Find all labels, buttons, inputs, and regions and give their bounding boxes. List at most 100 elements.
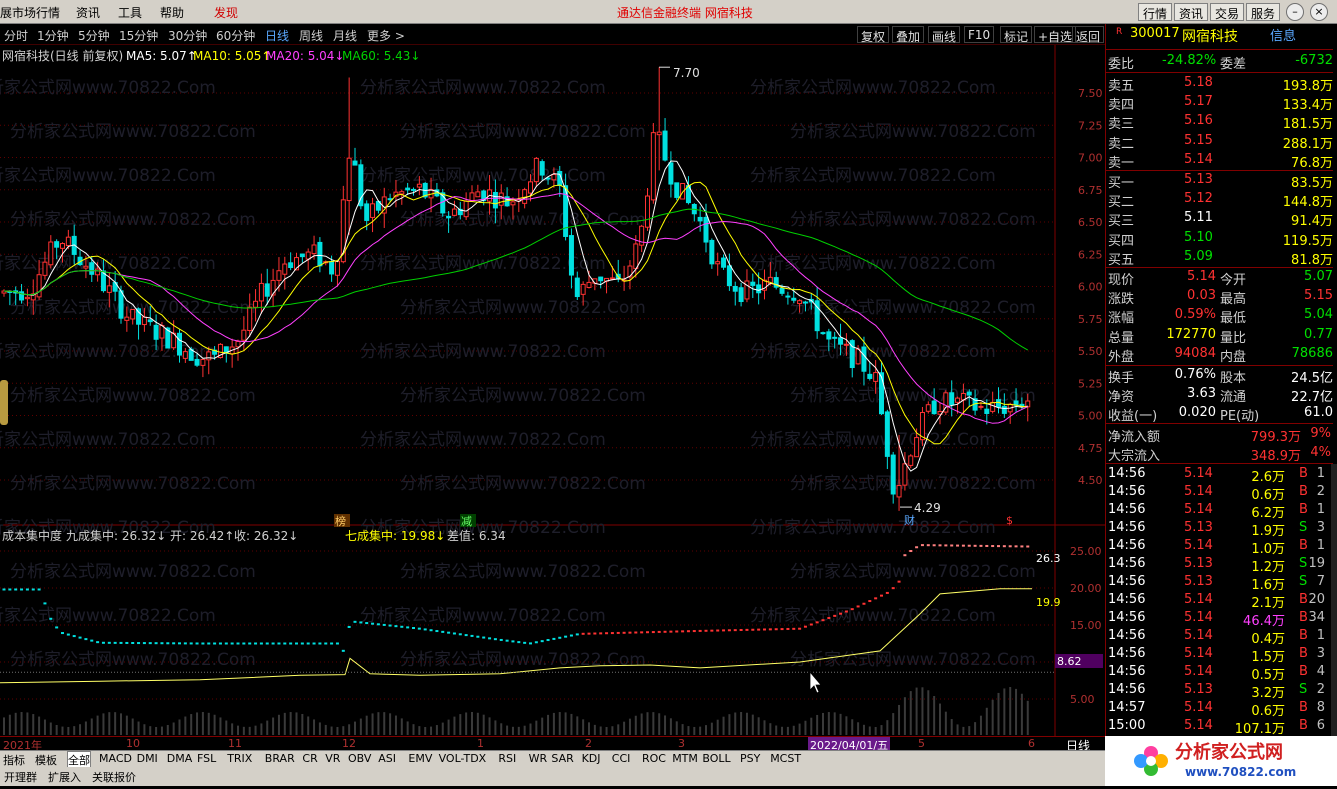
news-button[interactable]: 资讯: [1174, 3, 1209, 21]
back-button[interactable]: 返回: [1072, 26, 1105, 44]
nine-dot: [716, 629, 720, 632]
collapse-handle[interactable]: [0, 380, 8, 425]
trade-button[interactable]: 交易: [1210, 3, 1245, 21]
flow-pct: 9%: [1310, 426, 1331, 441]
flow-value: 348.9万: [1250, 449, 1301, 465]
indicator-tab-dma[interactable]: DMA: [167, 752, 193, 765]
menu-discover[interactable]: 发现: [214, 4, 238, 21]
adjust-button[interactable]: 复权: [857, 26, 890, 44]
indicator-tab-psy[interactable]: PSY: [740, 752, 760, 765]
indicator-tab-vol-tdx[interactable]: VOL-TDX: [439, 752, 487, 765]
indicator-tab-brar[interactable]: BRAR: [265, 752, 295, 765]
period-timeshare[interactable]: 分时: [4, 27, 28, 44]
add-favorite-button[interactable]: +自选: [1034, 26, 1077, 44]
kline-chart[interactable]: 分析家公式网www.70822.Com 分析家公式网www.70822.Com 分析…: [0, 45, 1105, 736]
candle-body: [54, 241, 60, 248]
period-weekly[interactable]: 周线: [299, 27, 323, 44]
indicator-tab-asi[interactable]: ASI: [378, 752, 396, 765]
watermark-text: 分析家公式网www.70822.Com: [400, 474, 646, 494]
nine-dot: [119, 641, 123, 644]
draw-button[interactable]: 画线: [928, 26, 961, 44]
candle-body: [896, 485, 902, 498]
tick-time: 15:00: [1108, 718, 1146, 733]
nine-dot: [482, 636, 486, 639]
candle-body: [914, 437, 920, 458]
tick-time: 14:56: [1108, 538, 1146, 553]
tick-row: 14:56 5.13 1.2万 S 19: [1106, 555, 1333, 575]
indicator-tab-rsi[interactable]: RSI: [498, 752, 516, 765]
indicator-tab-mcst[interactable]: MCST: [770, 752, 801, 765]
tick-side: B: [1299, 646, 1308, 661]
period-15min[interactable]: 15分钟: [119, 27, 158, 44]
nine-dot: [763, 628, 766, 631]
indicator-tab-obv[interactable]: OBV: [348, 752, 371, 765]
nine-dot: [663, 630, 667, 633]
candle-body: [855, 348, 861, 365]
menu-help[interactable]: 帮助: [160, 4, 184, 21]
ma5-label: MA5: 5.07↑: [126, 49, 197, 63]
ask-label: 卖三: [1108, 117, 1135, 133]
menu-tools[interactable]: 工具: [118, 4, 142, 21]
nine-dot: [14, 588, 18, 591]
sub-tab[interactable]: 关联报价: [92, 769, 136, 785]
candle-body: [352, 160, 358, 166]
overlay-button[interactable]: 叠加: [892, 26, 925, 44]
indicator-tab-mtm[interactable]: MTM: [672, 752, 698, 765]
indicator-tab-dmi[interactable]: DMI: [137, 752, 158, 765]
indicator-tab-vr[interactable]: VR: [325, 752, 340, 765]
service-button[interactable]: 服务: [1246, 3, 1281, 21]
stat-value: 0.76%: [1174, 367, 1216, 382]
tick-time: 14:56: [1108, 664, 1146, 679]
nine-dot: [880, 594, 883, 597]
info-link[interactable]: 信息: [1270, 25, 1296, 44]
period-more[interactable]: 更多 >: [367, 27, 405, 44]
watermark-text: 分析家公式网www.70822.Com: [0, 166, 216, 186]
sub-tab[interactable]: 扩展入: [48, 769, 81, 785]
tick-side: S: [1299, 556, 1308, 571]
bid-volume: 81.8万: [1291, 252, 1333, 268]
tick-scrollbar[interactable]: [1331, 464, 1337, 736]
candle-body: [147, 319, 153, 323]
indicator-tab-指标[interactable]: 指标: [3, 752, 25, 768]
indicator-tab-kdj[interactable]: KDJ: [582, 752, 601, 765]
low-price-label: 4.29: [914, 501, 941, 515]
tick-count: 4: [1316, 664, 1325, 679]
period-daily[interactable]: 日线: [265, 27, 289, 44]
indicator-tab-fsl[interactable]: FSL: [197, 752, 216, 765]
indicator-tab-cci[interactable]: CCI: [612, 752, 631, 765]
ask-label: 卖二: [1108, 136, 1135, 152]
indicator-tab-emv[interactable]: EMV: [408, 752, 432, 765]
close-icon[interactable]: ×: [1310, 3, 1328, 21]
indicator-tab-sar[interactable]: SAR: [551, 752, 573, 765]
indicator-tab-macd[interactable]: MACD: [99, 752, 132, 765]
minimize-icon[interactable]: –: [1286, 3, 1304, 21]
indicator-tab-trix[interactable]: TRIX: [227, 752, 252, 765]
tick-side: B: [1299, 628, 1308, 643]
sub-tab[interactable]: 开理群: [4, 769, 37, 785]
menu-news[interactable]: 资讯: [76, 4, 100, 21]
period-5min[interactable]: 5分钟: [78, 27, 110, 44]
indicator-tab-boll[interactable]: BOLL: [702, 752, 730, 765]
period-1min[interactable]: 1分钟: [37, 27, 69, 44]
period-60min[interactable]: 60分钟: [216, 27, 255, 44]
nine-dot: [985, 544, 989, 547]
candle-body: [879, 372, 884, 415]
stock-code: 300017: [1130, 26, 1180, 41]
nine-dot: [622, 631, 626, 634]
indicator-tab-模板[interactable]: 模板: [35, 752, 57, 768]
period-monthly[interactable]: 月线: [333, 27, 357, 44]
site-logo: 分析家公式网 www.70822.com: [1105, 736, 1337, 786]
ask-row: 卖四 5.17 133.4万: [1106, 93, 1333, 113]
mark-button[interactable]: 标记: [1000, 26, 1033, 44]
indicator-tab-cr[interactable]: CR: [302, 752, 317, 765]
period-30min[interactable]: 30分钟: [168, 27, 207, 44]
indicator-tab-roc[interactable]: ROC: [642, 752, 666, 765]
candle-body: [627, 265, 633, 278]
nine-dot: [96, 641, 100, 644]
menu-market[interactable]: 展市场行情: [0, 4, 60, 21]
candle-body: [674, 182, 680, 198]
quote-button[interactable]: 行情: [1138, 3, 1173, 21]
f10-button[interactable]: F10: [964, 26, 995, 43]
indicator-tab-wr[interactable]: WR: [529, 752, 548, 765]
stat-value: 5.15: [1304, 288, 1333, 304]
